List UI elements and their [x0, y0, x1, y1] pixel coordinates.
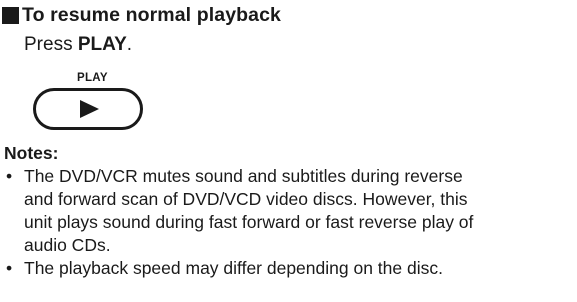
bullet-icon: • — [6, 166, 13, 186]
instruction-suffix: . — [126, 34, 133, 55]
section-heading: To resume normal playback — [2, 4, 281, 27]
section-title: To resume normal playback — [22, 4, 281, 26]
note-item: • The DVD/VCR mutes sound and subtitles … — [4, 165, 570, 257]
note-line: audio CDs. — [24, 235, 111, 255]
play-button-illustration — [33, 88, 143, 130]
note-line: The DVD/VCR mutes sound and subtitles du… — [24, 166, 463, 186]
note-line: The playback speed may differ depending … — [24, 258, 443, 278]
notes-title: Notes: — [4, 143, 59, 163]
play-button-label: PLAY — [77, 72, 108, 84]
instruction-prefix: Press — [24, 34, 78, 55]
note-item: • The playback speed may differ dependin… — [4, 257, 570, 280]
heading-square-icon — [2, 7, 19, 24]
bullet-icon: • — [6, 258, 13, 278]
note-line: unit plays sound during fast forward or … — [24, 212, 474, 232]
instruction-text: Press PLAY. — [24, 34, 132, 56]
notes-list: • The DVD/VCR mutes sound and subtitles … — [4, 165, 570, 280]
instruction-button-name: PLAY — [77, 34, 127, 55]
note-line: and forward scan of DVD/VCD video discs.… — [24, 189, 468, 209]
